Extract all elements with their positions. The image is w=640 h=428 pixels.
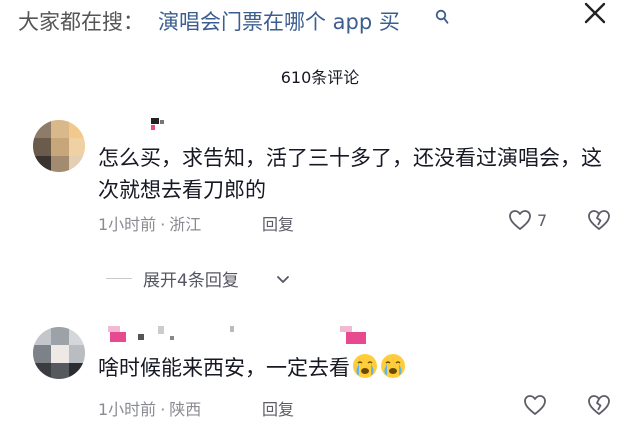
comment-text: 啥时候能来西安，一定去看 [98, 352, 618, 384]
heart-outline-icon[interactable] [508, 209, 532, 231]
like-count: 7 [537, 211, 548, 230]
broken-heart-icon[interactable] [587, 209, 611, 231]
comment-text-content: 啥时候能来西安，一定去看 [98, 356, 350, 380]
comment-count: 610条评论 [280, 68, 360, 87]
search-suggestion-bar[interactable]: 大家都在搜： 演唱会门票在哪个 app 买 [0, 0, 640, 42]
username-redacted[interactable] [98, 118, 168, 132]
avatar[interactable] [33, 327, 85, 379]
username-redacted[interactable] [98, 326, 378, 344]
search-prefix: 大家都在搜： [18, 10, 144, 34]
chevron-down-icon [276, 270, 290, 283]
meta-separator: · [160, 400, 166, 419]
comment-location: 浙江 [169, 215, 202, 234]
reply-button[interactable]: 回复 [262, 396, 294, 420]
divider-line [106, 278, 132, 279]
comment-time: 1小时前 [98, 215, 157, 234]
expand-replies-button[interactable]: 展开4条回复 [143, 266, 239, 291]
avatar[interactable] [33, 120, 85, 172]
comment-time: 1小时前 [98, 400, 157, 419]
search-query-link[interactable]: 演唱会门票在哪个 app 买 [158, 6, 400, 36]
search-icon [435, 9, 449, 25]
crying-face-emoji [380, 353, 406, 379]
comment-meta: 1小时前 · 陕西 [98, 396, 201, 420]
close-icon[interactable] [582, 0, 608, 26]
comment-meta: 1小时前 · 浙江 [98, 211, 201, 235]
heart-outline-icon[interactable] [523, 394, 547, 416]
meta-separator: · [160, 215, 166, 234]
reply-button[interactable]: 回复 [262, 211, 294, 235]
comment-text: 怎么买，求告知，活了三十多了，还没看过演唱会，这次就想去看刀郎的 [98, 146, 602, 202]
comment-location: 陕西 [169, 400, 202, 419]
crying-face-emoji [352, 353, 378, 379]
broken-heart-icon[interactable] [587, 394, 611, 416]
